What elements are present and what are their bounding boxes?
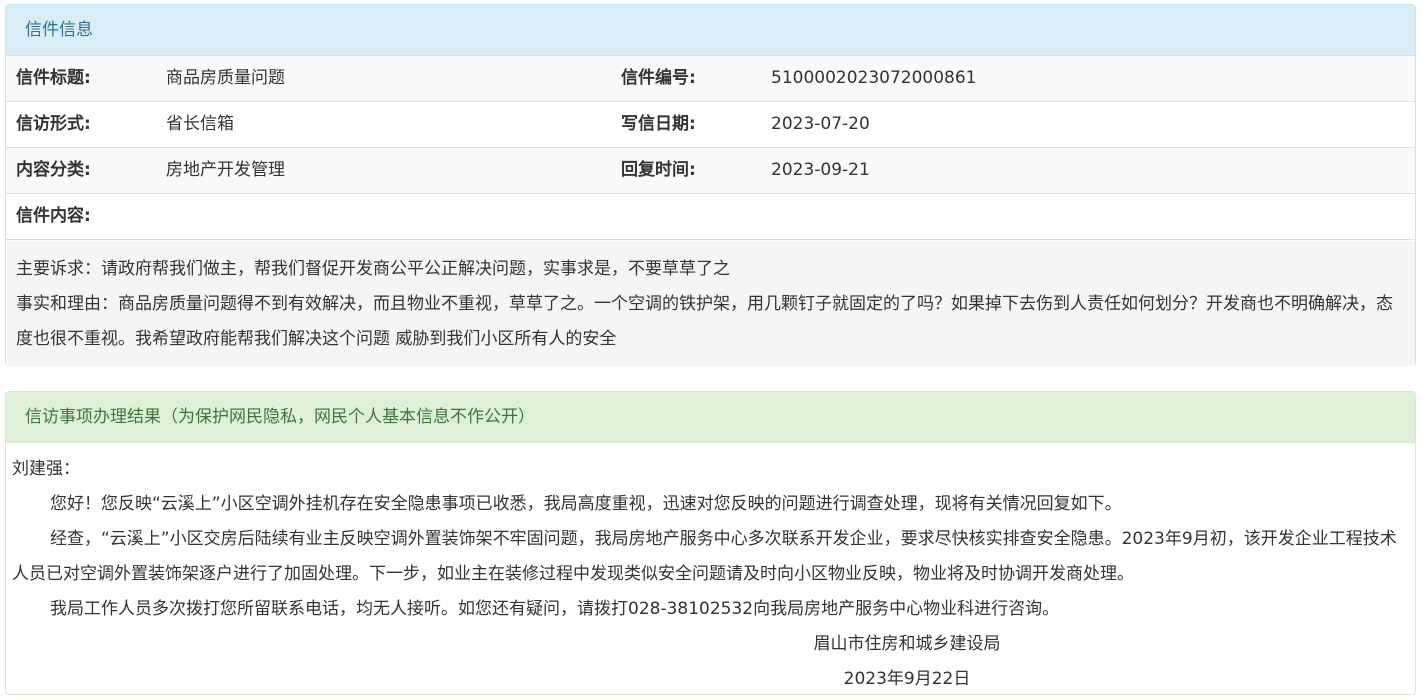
reply-body: 刘建强： 您好！您反映“云溪上”小区空调外挂机存在安全隐患事项已收悉，我局高度重… [12, 452, 1407, 697]
letter-title-label: 信件标题: [16, 68, 91, 88]
reply-time-value: 2023-09-21 [771, 160, 870, 180]
reply-paragraph: 经查，“云溪上”小区交房后陆续有业主反映空调外置装饰架不牢固问题，我局房地产服务… [12, 529, 1397, 584]
facts-reasons-text: 事实和理由：商品房质量问题得不到有效解决，而且物业不重视，草草了之。一个空调的铁… [16, 294, 1393, 349]
category-label: 内容分类: [16, 160, 91, 180]
letter-info-panel: 信件信息 信件标题: 商品房质量问题 信件编号: 510000202307200… [5, 4, 1416, 366]
reply-paragraph: 您好！您反映“云溪上”小区空调外挂机存在安全隐患事项已收悉，我局高度重视，迅速对… [50, 494, 1122, 514]
main-request-text: 主要诉求：请政府帮我们做主，帮我们督促开发商公平公正解决问题，实事求是，不要草草… [16, 259, 730, 279]
letter-info-heading: 信件信息 [6, 5, 1415, 56]
letter-content-body: 主要诉求：请政府帮我们做主，帮我们督促开发商公平公正解决问题，实事求是，不要草草… [6, 241, 1415, 366]
result-panel: 信访事项办理结果（为保护网民隐私，网民个人基本信息不作公开） 刘建强： 您好！您… [5, 391, 1416, 695]
reply-time-label: 回复时间: [621, 160, 696, 180]
category-value: 房地产开发管理 [166, 160, 285, 180]
write-date-label: 写信日期: [621, 114, 696, 134]
letter-number-label: 信件编号: [621, 68, 696, 88]
petition-form-value: 省长信箱 [166, 114, 234, 134]
info-row-form: 信访形式: 省长信箱 写信日期: 2023-07-20 [6, 102, 1415, 148]
letter-title-value: 商品房质量问题 [166, 68, 285, 88]
reply-salutation: 刘建强： [12, 459, 80, 479]
info-row-content-label: 信件内容: [6, 194, 1415, 240]
reply-paragraph: 我局工作人员多次拨打您所留联系电话，均无人接听。如您还有疑问，请拨打028-38… [50, 599, 1060, 619]
letter-number-value: 5100002023072000861 [771, 68, 977, 88]
result-heading: 信访事项办理结果（为保护网民隐私，网民个人基本信息不作公开） [6, 392, 1415, 443]
petition-form-label: 信访形式: [16, 114, 91, 134]
letter-content-label: 信件内容: [16, 206, 91, 226]
info-row-category: 内容分类: 房地产开发管理 回复时间: 2023-09-21 [6, 148, 1415, 194]
write-date-value: 2023-07-20 [771, 114, 870, 134]
info-row-title: 信件标题: 商品房质量问题 信件编号: 5100002023072000861 [6, 56, 1415, 102]
reply-signature: 眉山市住房和城乡建设局 [813, 634, 1001, 654]
reply-date: 2023年9月22日 [843, 669, 971, 689]
